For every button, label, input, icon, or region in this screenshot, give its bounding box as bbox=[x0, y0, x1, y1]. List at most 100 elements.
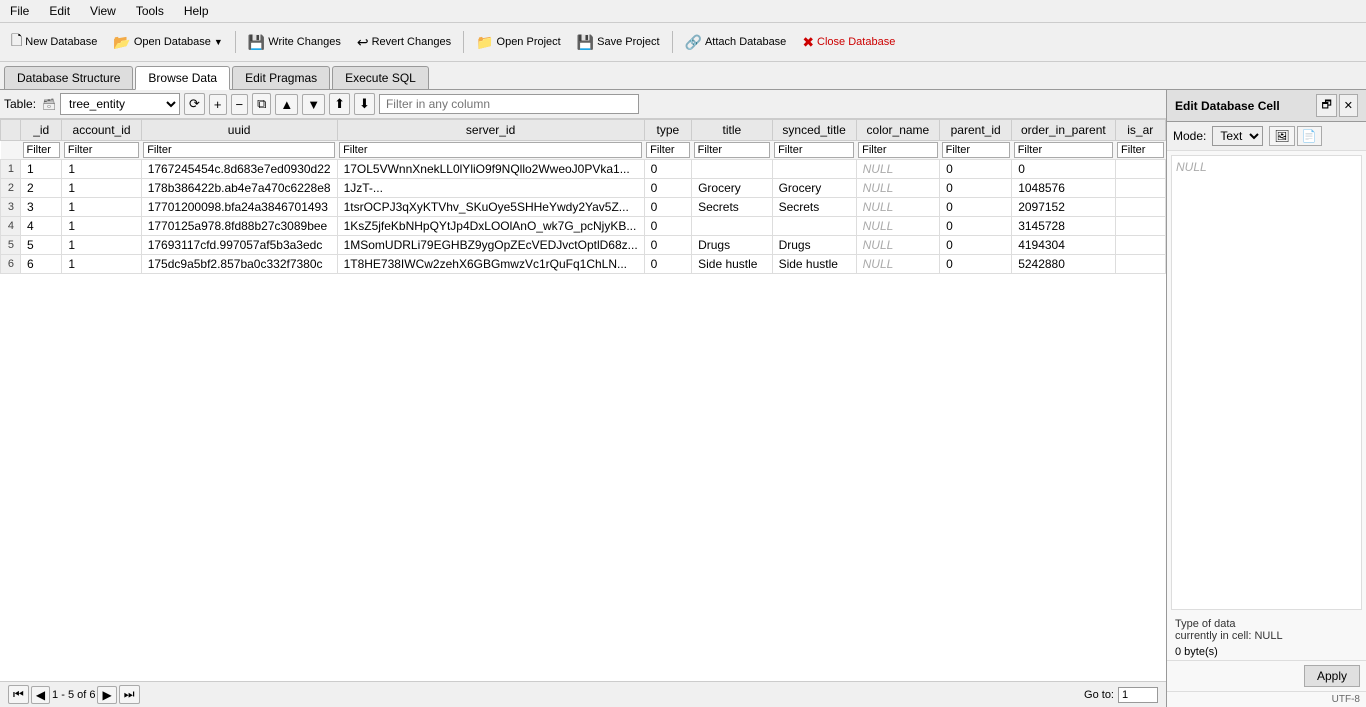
table-cell-color-name[interactable]: NULL bbox=[856, 198, 939, 217]
col-is-ar[interactable]: is_ar bbox=[1115, 120, 1166, 141]
table-cell-color-name[interactable]: NULL bbox=[856, 179, 939, 198]
table-row[interactable]: 221178b386422b.ab4e7a470c6228e81JzT-...0… bbox=[1, 179, 1166, 198]
table-cell[interactable]: 4 bbox=[21, 217, 62, 236]
tab-edit-pragmas[interactable]: Edit Pragmas bbox=[232, 66, 330, 89]
table-cell[interactable]: 1JzT-... bbox=[337, 179, 644, 198]
table-cell[interactable]: Side hustle bbox=[772, 255, 856, 274]
move-up-button[interactable]: ▲ bbox=[275, 94, 298, 115]
filter-server-id[interactable]: Filter bbox=[337, 141, 644, 160]
table-row[interactable]: 4411770125a978.8fd88b27c3089bee1KsZ5jfeK… bbox=[1, 217, 1166, 236]
table-cell[interactable]: 6 bbox=[1, 255, 21, 274]
table-cell[interactable] bbox=[1115, 179, 1166, 198]
col-synced-title[interactable]: synced_title bbox=[772, 120, 856, 141]
table-cell[interactable]: Drugs bbox=[772, 236, 856, 255]
filter-title[interactable]: Filter bbox=[692, 141, 772, 160]
filter-parent-id[interactable]: Filter bbox=[940, 141, 1012, 160]
table-cell[interactable]: 178b386422b.ab4e7a470c6228e8 bbox=[141, 179, 337, 198]
import-button[interactable]: ⬆ bbox=[329, 93, 350, 115]
table-cell[interactable]: 3 bbox=[21, 198, 62, 217]
table-cell[interactable]: 1 bbox=[62, 236, 141, 255]
table-cell[interactable]: 1T8HE738IWCw2zehX6GBGmwzVc1rQuFq1ChLN... bbox=[337, 255, 644, 274]
col-title[interactable]: title bbox=[692, 120, 772, 141]
table-cell[interactable] bbox=[692, 217, 772, 236]
table-cell[interactable] bbox=[692, 160, 772, 179]
col-uuid[interactable]: uuid bbox=[141, 120, 337, 141]
table-cell[interactable]: 4 bbox=[1, 217, 21, 236]
move-down-button[interactable]: ▼ bbox=[302, 94, 325, 115]
table-cell[interactable]: 0 bbox=[644, 198, 691, 217]
table-cell-color-name[interactable]: NULL bbox=[856, 236, 939, 255]
col-color-name[interactable]: color_name bbox=[856, 120, 939, 141]
open-project-button[interactable]: 📁 Open Project bbox=[469, 30, 568, 55]
nav-first-button[interactable]: ⏮ bbox=[8, 685, 29, 704]
mode-select[interactable]: Text bbox=[1212, 126, 1263, 146]
table-cell[interactable]: 0 bbox=[940, 217, 1012, 236]
cell-content[interactable]: NULL bbox=[1171, 155, 1362, 610]
filter-is-ar-input[interactable]: Filter bbox=[1117, 142, 1164, 158]
table-cell[interactable]: 5 bbox=[21, 236, 62, 255]
table-cell[interactable]: 175dc9a5bf2.857ba0c332f7380c bbox=[141, 255, 337, 274]
col-type[interactable]: type bbox=[644, 120, 691, 141]
table-cell-color-name[interactable]: NULL bbox=[856, 217, 939, 236]
new-database-button[interactable]: 🗋 New Database bbox=[4, 26, 104, 58]
table-row[interactable]: 33117701200098.bfa24a38467014931tsrOCPJ3… bbox=[1, 198, 1166, 217]
table-cell[interactable]: 2 bbox=[1, 179, 21, 198]
write-changes-button[interactable]: 💾 Write Changes bbox=[241, 30, 348, 55]
table-cell[interactable]: 3 bbox=[1, 198, 21, 217]
menu-tools[interactable]: Tools bbox=[130, 2, 170, 20]
col-parent-id[interactable]: parent_id bbox=[940, 120, 1012, 141]
table-cell[interactable]: 1770125a978.8fd88b27c3089bee bbox=[141, 217, 337, 236]
menu-view[interactable]: View bbox=[84, 2, 122, 20]
filter-uuid-input[interactable]: Filter bbox=[143, 142, 335, 158]
table-cell[interactable]: 1 bbox=[62, 179, 141, 198]
mode-icon-btn-1[interactable]: 🖼 bbox=[1269, 126, 1294, 146]
table-cell[interactable]: 0 bbox=[644, 160, 691, 179]
tab-execute-sql[interactable]: Execute SQL bbox=[332, 66, 429, 89]
nav-prev-button[interactable]: ◀ bbox=[31, 686, 50, 704]
table-cell[interactable]: 1KsZ5jfeKbNHpQYtJp4DxLOOlAnO_wk7G_pcNjyK… bbox=[337, 217, 644, 236]
table-cell[interactable] bbox=[1115, 198, 1166, 217]
table-cell[interactable]: 0 bbox=[644, 179, 691, 198]
table-cell[interactable]: 1 bbox=[62, 217, 141, 236]
table-cell[interactable]: 1 bbox=[62, 198, 141, 217]
table-cell[interactable]: 0 bbox=[644, 255, 691, 274]
filter-input[interactable] bbox=[379, 94, 639, 114]
table-cell[interactable]: 17701200098.bfa24a3846701493 bbox=[141, 198, 337, 217]
table-cell[interactable]: Grocery bbox=[772, 179, 856, 198]
table-cell[interactable]: 0 bbox=[940, 179, 1012, 198]
filter-title-input[interactable]: Filter bbox=[694, 142, 770, 158]
table-cell[interactable]: 1 bbox=[21, 160, 62, 179]
filter-uuid[interactable]: Filter bbox=[141, 141, 337, 160]
menu-help[interactable]: Help bbox=[178, 2, 215, 20]
open-database-button[interactable]: 📂 Open Database ▼ bbox=[106, 30, 229, 55]
table-cell-color-name[interactable]: NULL bbox=[856, 160, 939, 179]
filter-id-input[interactable]: Filter bbox=[23, 142, 60, 158]
table-cell[interactable]: 5 bbox=[1, 236, 21, 255]
table-cell[interactable]: 17693117cfd.997057af5b3a3edc bbox=[141, 236, 337, 255]
col-order-in-parent[interactable]: order_in_parent bbox=[1012, 120, 1115, 141]
filter-server-id-input[interactable]: Filter bbox=[339, 142, 642, 158]
tab-browse-data[interactable]: Browse Data bbox=[135, 66, 230, 90]
menu-file[interactable]: File bbox=[4, 2, 35, 20]
table-cell[interactable] bbox=[1115, 255, 1166, 274]
table-cell[interactable]: 2 bbox=[21, 179, 62, 198]
save-project-button[interactable]: 💾 Save Project bbox=[570, 30, 667, 55]
table-cell[interactable] bbox=[772, 217, 856, 236]
filter-type[interactable]: Filter bbox=[644, 141, 691, 160]
table-cell[interactable] bbox=[772, 160, 856, 179]
filter-id[interactable]: Filter bbox=[21, 141, 62, 160]
table-cell[interactable]: Secrets bbox=[772, 198, 856, 217]
filter-parent-id-input[interactable]: Filter bbox=[942, 142, 1010, 158]
refresh-button[interactable]: ⟳ bbox=[184, 93, 205, 115]
table-cell[interactable] bbox=[1115, 217, 1166, 236]
table-cell[interactable]: 17OL5VWnnXnekLL0lYliO9f9NQllo2WweoJ0PVka… bbox=[337, 160, 644, 179]
table-cell[interactable]: 0 bbox=[940, 236, 1012, 255]
right-panel-close-button[interactable]: ✕ bbox=[1339, 94, 1358, 117]
filter-is-ar[interactable]: Filter bbox=[1115, 141, 1166, 160]
table-cell[interactable]: 6 bbox=[21, 255, 62, 274]
table-cell[interactable]: 1767245454c.8d683e7ed0930d22 bbox=[141, 160, 337, 179]
table-cell[interactable]: 5242880 bbox=[1012, 255, 1115, 274]
table-cell[interactable]: 0 bbox=[940, 255, 1012, 274]
tab-database-structure[interactable]: Database Structure bbox=[4, 66, 133, 89]
table-cell[interactable]: 1tsrOCPJ3qXyKTVhv_SKuOye5SHHeYwdy2Yav5Z.… bbox=[337, 198, 644, 217]
